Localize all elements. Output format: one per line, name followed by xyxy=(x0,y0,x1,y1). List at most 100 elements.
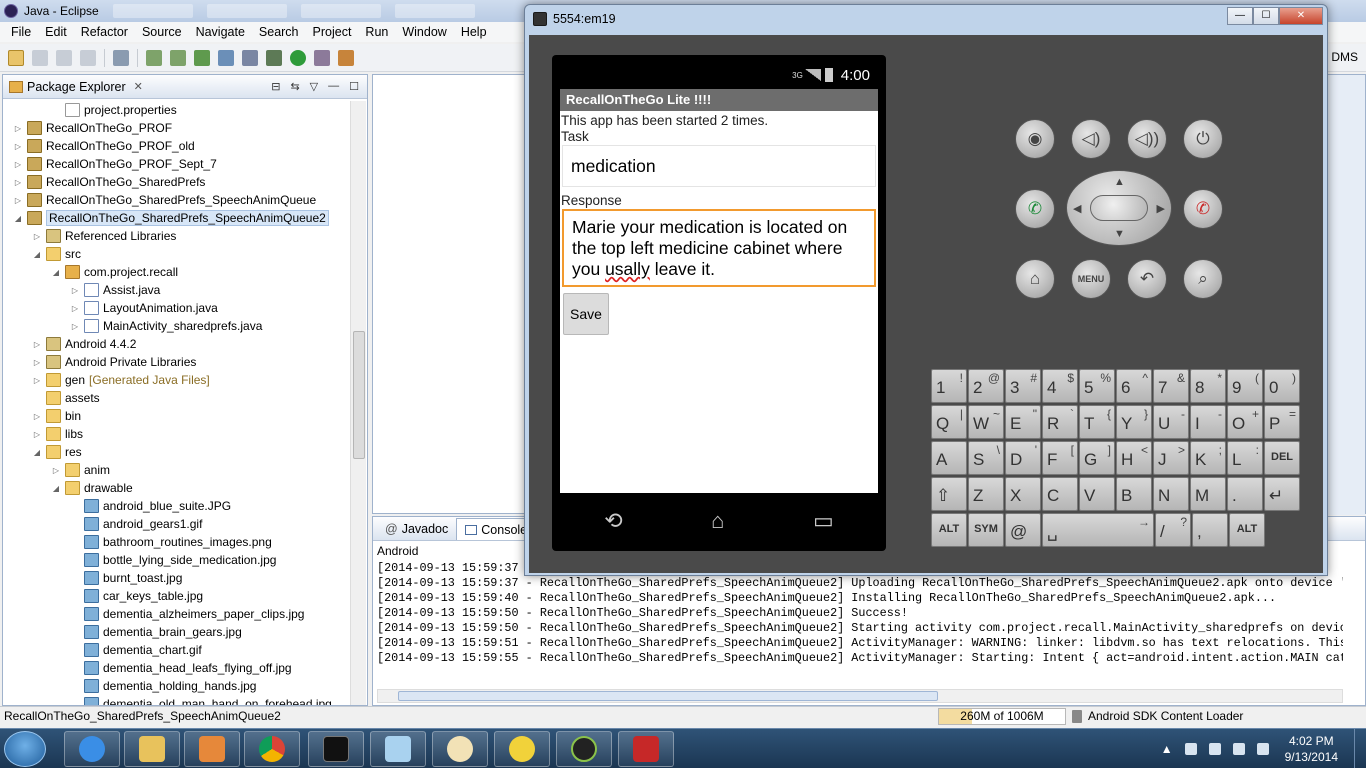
key[interactable]: O + xyxy=(1227,405,1263,439)
expand-arrow-icon[interactable]: ▷ xyxy=(13,124,23,133)
tree-item[interactable]: android_gears1.gif xyxy=(3,515,351,533)
background-tab[interactable] xyxy=(394,4,475,18)
key[interactable]: ALT xyxy=(931,513,967,547)
background-tab[interactable] xyxy=(112,4,193,18)
tree-item[interactable]: car_keys_table.jpg xyxy=(3,587,351,605)
home-icon[interactable]: ⌂ xyxy=(1015,259,1055,299)
usb-icon[interactable] xyxy=(1208,743,1221,755)
camera-icon[interactable]: ◉ xyxy=(1015,119,1055,159)
tree-item[interactable]: ▷ RecallOnTheGo_SharedPrefs xyxy=(3,173,351,191)
tree-item[interactable]: dementia_head_leafs_flying_off.jpg xyxy=(3,659,351,677)
expand-arrow-icon[interactable]: ▷ xyxy=(32,232,42,241)
tree-item[interactable]: ◢ src xyxy=(3,245,351,263)
key[interactable]: Z xyxy=(968,477,1004,511)
file-explorer-icon[interactable] xyxy=(124,731,180,767)
console-scrollbar[interactable] xyxy=(377,689,1343,703)
show-desktop-button[interactable] xyxy=(1354,729,1366,768)
save-button[interactable]: Save xyxy=(563,293,609,335)
menu-run[interactable]: Run xyxy=(358,25,395,39)
expand-arrow-icon[interactable]: ▷ xyxy=(32,340,42,349)
key[interactable]: , xyxy=(1192,513,1228,547)
tree-item[interactable]: ◢ drawable xyxy=(3,479,351,497)
show-hidden-icons-icon[interactable]: ▲ xyxy=(1161,742,1173,756)
start-button[interactable] xyxy=(4,731,46,767)
key[interactable]: D ' xyxy=(1005,441,1041,475)
key[interactable]: V xyxy=(1079,477,1115,511)
search-icon[interactable]: ⌕ xyxy=(1183,259,1223,299)
package-explorer-title[interactable]: Package Explorer xyxy=(27,80,126,94)
menu-button[interactable]: MENU xyxy=(1071,259,1111,299)
expand-arrow-icon[interactable]: ▷ xyxy=(13,178,23,187)
tree-item[interactable]: dementia_brain_gears.jpg xyxy=(3,623,351,641)
android-sdk-icon[interactable] xyxy=(146,49,162,66)
tree-item[interactable]: dementia_holding_hands.jpg xyxy=(3,677,351,695)
key[interactable]: 3 # xyxy=(1005,369,1041,403)
chrome-icon[interactable] xyxy=(244,731,300,767)
tab-javadoc[interactable]: @ Javadoc xyxy=(377,518,456,540)
tree-item[interactable]: burnt_toast.jpg xyxy=(3,569,351,587)
end-call-icon[interactable]: ✆ xyxy=(1183,189,1223,229)
menu-window[interactable]: Window xyxy=(395,25,453,39)
key[interactable]: G] xyxy=(1079,441,1115,475)
volume-up-icon[interactable]: ◁)) xyxy=(1127,119,1167,159)
minimize-icon[interactable]: — xyxy=(328,80,339,93)
collapse-all-icon[interactable]: ⊟ xyxy=(271,80,280,93)
expand-arrow-icon[interactable]: ▷ xyxy=(70,304,80,313)
tree-scrollbar[interactable] xyxy=(350,101,366,705)
close-icon[interactable]: ✕ xyxy=(134,80,143,93)
dpad[interactable]: ▲ ▼ ◀ ▶ xyxy=(1066,170,1172,246)
key[interactable]: C xyxy=(1042,477,1078,511)
expand-arrow-icon[interactable]: ▷ xyxy=(70,322,80,331)
tree-item[interactable]: ▷ libs xyxy=(3,425,351,443)
command-prompt-icon[interactable] xyxy=(308,731,364,767)
tree-item[interactable]: ▷ RecallOnTheGo_SharedPrefs_SpeechAnimQue… xyxy=(3,191,351,209)
package-icon[interactable] xyxy=(338,49,354,66)
tree-item[interactable]: ▷ RecallOnTheGo_PROF_old xyxy=(3,137,351,155)
recents-nav-icon[interactable]: ▭ xyxy=(813,508,834,534)
menu-edit[interactable]: Edit xyxy=(38,25,74,39)
key[interactable]: 1! xyxy=(931,369,967,403)
key[interactable]: 8 * xyxy=(1190,369,1226,403)
expand-arrow-icon[interactable]: ▷ xyxy=(32,430,42,439)
back-icon[interactable]: ↶ xyxy=(1127,259,1167,299)
key[interactable]: K; xyxy=(1190,441,1226,475)
internet-explorer-icon[interactable] xyxy=(64,731,120,767)
expand-arrow-icon[interactable]: ▷ xyxy=(32,358,42,367)
network-icon[interactable] xyxy=(1232,743,1245,755)
key[interactable]: X xyxy=(1005,477,1041,511)
expand-arrow-icon[interactable]: ▷ xyxy=(13,160,23,169)
key[interactable]: @ xyxy=(1005,513,1041,547)
expand-arrow-icon[interactable]: ▷ xyxy=(32,412,42,421)
tree-item[interactable]: bathroom_routines_images.png xyxy=(3,533,351,551)
notepad-icon[interactable] xyxy=(370,731,426,767)
key[interactable]: ALT xyxy=(1229,513,1265,547)
tree-item[interactable]: ▷ MainActivity_sharedprefs.java xyxy=(3,317,351,335)
menu-refactor[interactable]: Refactor xyxy=(74,25,135,39)
tree-item[interactable]: ▷ LayoutAnimation.java xyxy=(3,299,351,317)
key[interactable]: T{ xyxy=(1079,405,1115,439)
key[interactable]: U- xyxy=(1153,405,1189,439)
tree-item[interactable]: ◢ com.project.recall xyxy=(3,263,351,281)
tree-item[interactable]: ◢ res xyxy=(3,443,351,461)
binary-icon[interactable] xyxy=(113,49,129,66)
tree-item[interactable]: ▷ bin xyxy=(3,407,351,425)
menu-search[interactable]: Search xyxy=(252,25,306,39)
tree-item[interactable]: dementia_old_man_hand_on_forehead.jpg xyxy=(3,695,351,705)
key[interactable]: Q | xyxy=(931,405,967,439)
menu-source[interactable]: Source xyxy=(135,25,189,39)
collapse-arrow-icon[interactable]: ◢ xyxy=(51,484,61,493)
tree-item[interactable]: project.properties xyxy=(3,101,351,119)
home-nav-icon[interactable]: ⌂ xyxy=(711,508,724,534)
dpad-right-icon[interactable]: ▶ xyxy=(1157,202,1165,215)
key[interactable]: 2 @ xyxy=(968,369,1004,403)
menu-file[interactable]: File xyxy=(4,25,38,39)
expand-arrow-icon[interactable]: ▷ xyxy=(13,196,23,205)
back-nav-icon[interactable]: ⟲ xyxy=(604,508,622,534)
key[interactable]: W ~ xyxy=(968,405,1004,439)
tree-item[interactable]: ▷ Referenced Libraries xyxy=(3,227,351,245)
tree-item[interactable]: android_blue_suite.JPG xyxy=(3,497,351,515)
misspelled-word[interactable]: usally xyxy=(605,259,650,279)
collapse-arrow-icon[interactable]: ◢ xyxy=(51,268,61,277)
tree-item[interactable]: ▷ RecallOnTheGo_PROF_Sept_7 xyxy=(3,155,351,173)
json-editor-icon[interactable] xyxy=(494,731,550,767)
